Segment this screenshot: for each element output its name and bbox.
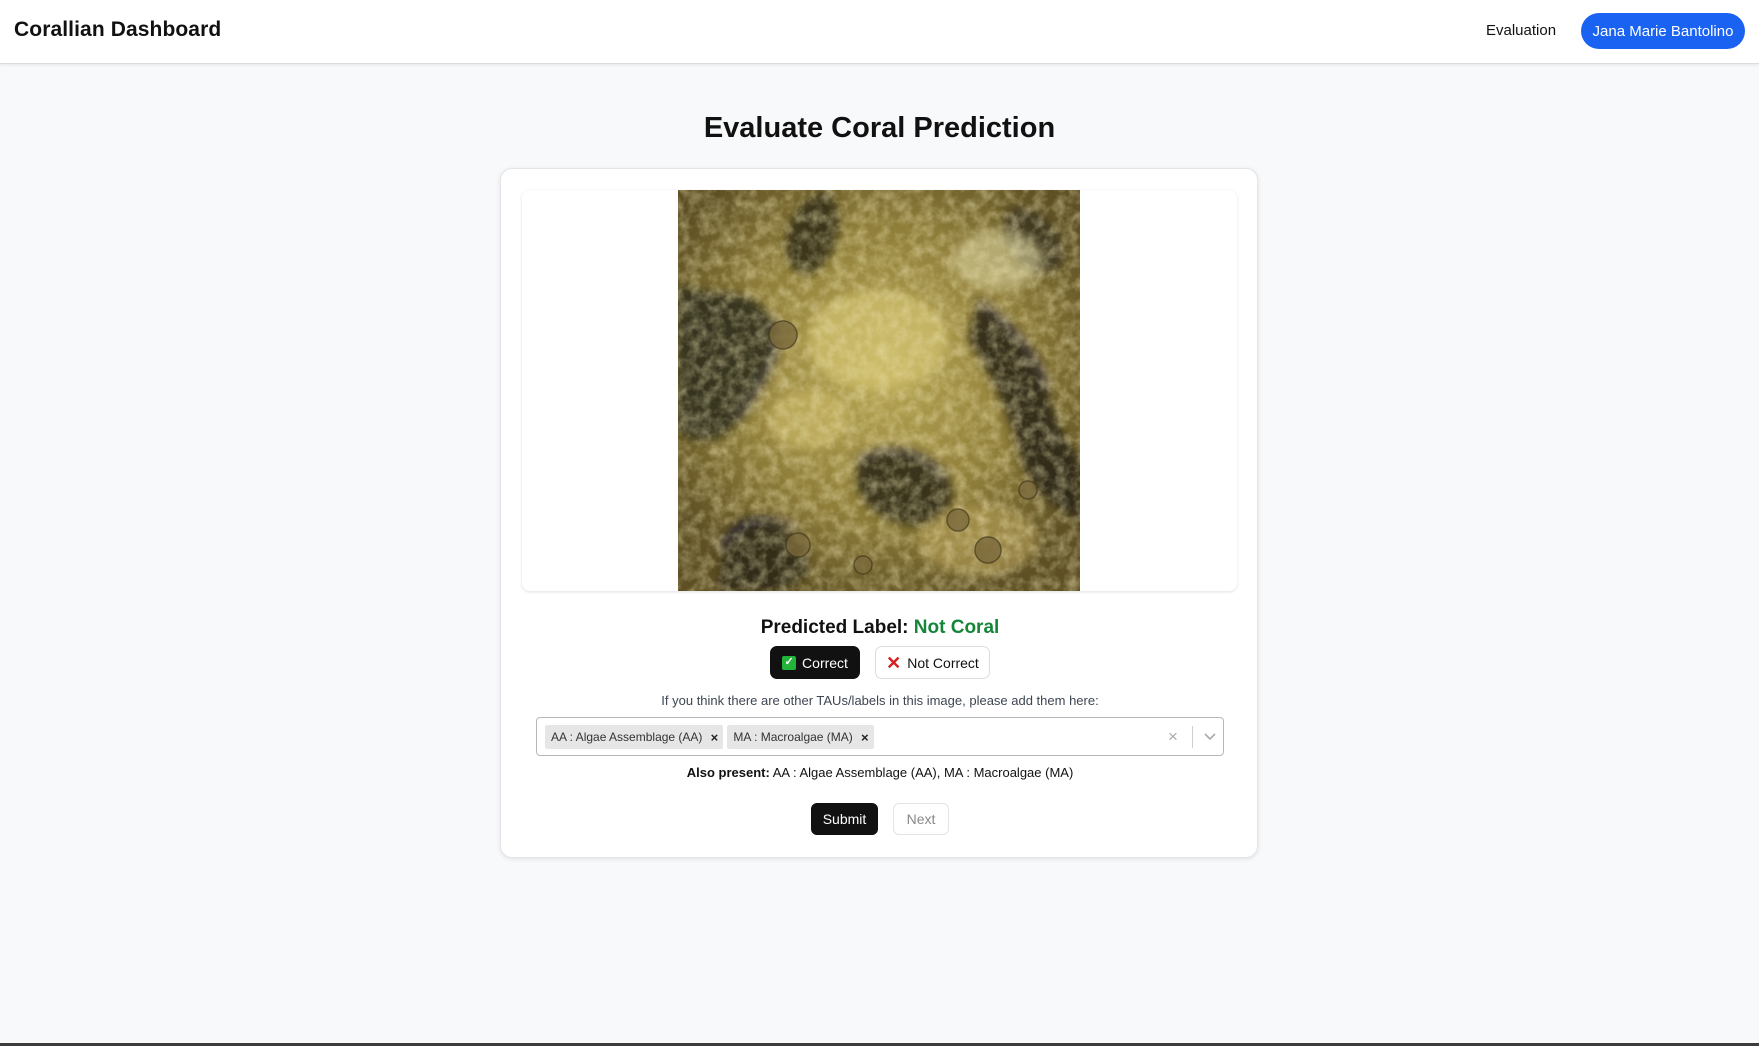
also-present-values: AA : Algae Assemblage (AA), MA : Macroal… — [772, 765, 1074, 780]
tau-chip: AA : Algae Assemblage (AA) × — [545, 725, 724, 749]
tau-hint-text: If you think there are other TAUs/labels… — [661, 693, 1099, 708]
selected-tau-chips: AA : Algae Assemblage (AA) × MA : Macroa… — [545, 725, 874, 749]
tau-chip-label: AA : Algae Assemblage (AA) — [551, 730, 703, 744]
next-button[interactable]: Next — [893, 803, 949, 835]
page-title: Evaluate Coral Prediction — [703, 112, 1056, 144]
nav-link-evaluation[interactable]: Evaluation — [1486, 22, 1556, 39]
correct-button-label: Correct — [802, 654, 848, 671]
image-frame — [522, 190, 1237, 591]
predicted-label: Predicted Label: Not Coral — [501, 617, 1259, 639]
cross-mark-icon: ✕ — [886, 652, 902, 673]
evaluation-button-row: ✓ Correct ✕ Not Correct — [501, 646, 1259, 679]
brand-title[interactable]: Corallian Dashboard — [14, 18, 221, 42]
multiselect-separator — [1192, 726, 1193, 748]
remove-chip-icon[interactable]: × — [705, 725, 723, 749]
predicted-label-value: Not Coral — [913, 617, 1000, 638]
tau-chip-label: MA : Macroalgae (MA) — [733, 730, 853, 744]
also-present-prefix: Also present: — [686, 765, 770, 780]
remove-chip-icon[interactable]: × — [856, 725, 874, 749]
tau-multiselect[interactable]: AA : Algae Assemblage (AA) × MA : Macroa… — [536, 717, 1224, 756]
coral-sample-image — [678, 190, 1080, 591]
tau-chip: MA : Macroalgae (MA) × — [727, 725, 874, 749]
action-button-row: Submit Next — [501, 803, 1259, 835]
check-mark-icon: ✓ — [782, 655, 797, 670]
correct-button[interactable]: ✓ Correct — [770, 646, 860, 679]
not-correct-button-label: Not Correct — [907, 654, 979, 671]
user-menu-button[interactable]: Jana Marie Bantolino — [1581, 13, 1745, 49]
clear-all-icon[interactable]: × — [1163, 726, 1183, 748]
submit-button[interactable]: Submit — [811, 803, 878, 835]
evaluation-card: Predicted Label: Not Coral ✓ Correct ✕ N… — [500, 168, 1258, 858]
predicted-label-prefix: Predicted Label: — [760, 617, 909, 638]
not-correct-button[interactable]: ✕ Not Correct — [875, 646, 990, 679]
navbar: Corallian Dashboard Evaluation Jana Mari… — [0, 0, 1759, 64]
chevron-down-icon[interactable] — [1199, 726, 1221, 748]
also-present-text: Also present: AA : Algae Assemblage (AA)… — [501, 765, 1259, 780]
